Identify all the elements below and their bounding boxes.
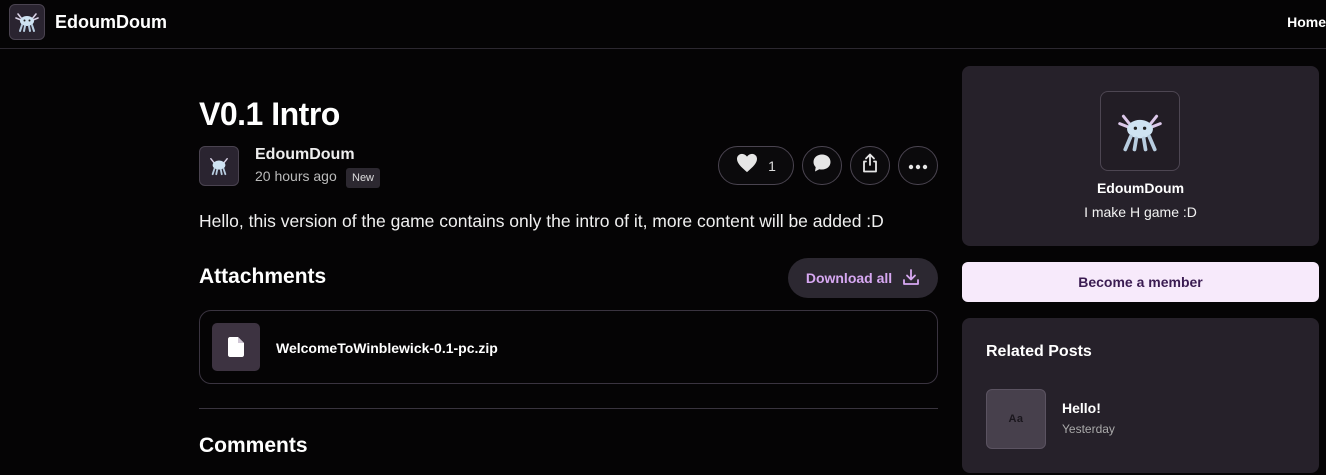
new-badge: New: [346, 168, 381, 188]
post-title: V0.1 Intro: [199, 96, 340, 132]
like-count: 1: [768, 157, 776, 174]
post-timestamp: 20 hours ago: [255, 168, 337, 184]
attachment-file-card[interactable]: WelcomeToWinblewick-0.1-pc.zip: [199, 310, 938, 384]
post-body: Hello, this version of the game contains…: [199, 211, 884, 231]
comment-button[interactable]: [802, 146, 842, 185]
download-all-label: Download all: [805, 270, 893, 286]
creator-profile-card: EdoumDoum I make H game :D: [962, 66, 1319, 246]
share-button[interactable]: [850, 146, 890, 185]
become-member-button[interactable]: Become a member: [962, 262, 1319, 302]
top-bar: EdoumDoum Home: [0, 0, 1326, 49]
more-options-button[interactable]: [898, 146, 938, 185]
attachment-file-name[interactable]: WelcomeToWinblewick-0.1-pc.zip: [276, 340, 498, 356]
more-icon: [908, 157, 928, 175]
like-button[interactable]: 1: [718, 146, 794, 185]
download-icon: [902, 268, 920, 289]
comment-icon: [812, 153, 832, 178]
brand-name[interactable]: EdoumDoum: [55, 12, 167, 33]
creator-name[interactable]: EdoumDoum: [962, 180, 1319, 196]
comments-heading: Comments: [199, 434, 308, 457]
related-posts-card: Related Posts Aa Hello! Yesterday: [962, 318, 1319, 473]
attachments-heading: Attachments: [199, 265, 327, 288]
download-all-button[interactable]: Download all: [788, 258, 938, 298]
related-post-thumbnail[interactable]: Aa: [986, 389, 1046, 449]
related-post-title[interactable]: Hello!: [1062, 400, 1101, 416]
related-posts-heading: Related Posts: [986, 343, 1092, 360]
creator-avatar[interactable]: [1100, 91, 1180, 171]
nav-home-link[interactable]: Home: [1287, 14, 1326, 30]
creator-bio: I make H game :D: [1084, 204, 1197, 220]
heart-icon: [736, 153, 758, 178]
author-avatar[interactable]: [199, 146, 239, 186]
file-icon: [212, 323, 260, 371]
share-icon: [861, 153, 879, 178]
author-name[interactable]: EdoumDoum: [255, 146, 355, 164]
axolotl-logo-icon[interactable]: [9, 4, 45, 40]
section-divider: [199, 408, 938, 409]
related-post-date: Yesterday: [1062, 422, 1115, 436]
